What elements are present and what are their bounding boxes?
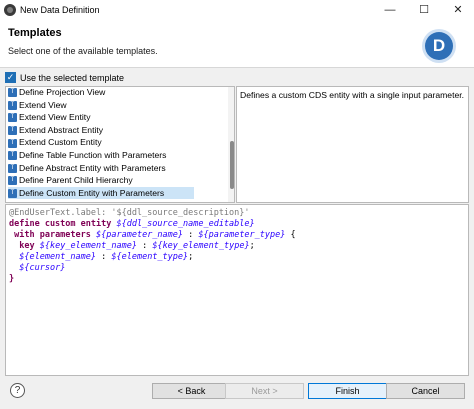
template-icon: T bbox=[8, 176, 17, 186]
title-bar: New Data Definition — ☐ ✕ bbox=[0, 0, 474, 20]
code-placeholder: ${parameter_type} bbox=[198, 230, 286, 240]
code-placeholder: ${key_element_type} bbox=[152, 241, 250, 251]
code-text: ; bbox=[249, 241, 255, 251]
window-title: New Data Definition bbox=[20, 5, 100, 15]
code-line: } bbox=[9, 274, 14, 285]
code-text: : bbox=[183, 230, 199, 240]
template-icon: T bbox=[8, 189, 17, 199]
code-line: with parameters ${parameter_name} : ${pa… bbox=[9, 230, 296, 241]
scrollbar-thumb[interactable] bbox=[230, 141, 234, 189]
template-description-panel: Defines a custom CDS entity with a singl… bbox=[236, 86, 469, 203]
code-text: ; bbox=[188, 252, 194, 262]
template-icon: T bbox=[8, 100, 17, 110]
code-text: { bbox=[285, 230, 296, 240]
code-placeholder: ${key_element_name} bbox=[39, 241, 137, 251]
finish-button[interactable]: Finish bbox=[308, 383, 387, 399]
template-item-label: Define Projection View bbox=[19, 87, 106, 97]
template-list-scrollbar[interactable] bbox=[228, 87, 234, 202]
template-item-label: Define Custom Entity with Parameters bbox=[19, 187, 165, 198]
template-icon: T bbox=[8, 126, 17, 136]
code-keyword: key bbox=[19, 241, 40, 251]
template-preview: @EndUserText.label: '${ddl_source_descri… bbox=[5, 204, 469, 376]
code-keyword: with parameters bbox=[14, 230, 97, 240]
template-item[interactable]: T Define Table Function with Parameters bbox=[8, 149, 194, 162]
cancel-button[interactable]: Cancel bbox=[386, 383, 465, 399]
code-placeholder: ${element_name} bbox=[19, 252, 97, 262]
close-button[interactable]: ✕ bbox=[444, 2, 472, 18]
template-description: Defines a custom CDS entity with a singl… bbox=[240, 90, 465, 100]
template-item-label: Define Abstract Entity with Parameters bbox=[19, 162, 166, 173]
use-template-label[interactable]: Use the selected template bbox=[20, 73, 124, 83]
template-list[interactable]: T Define Projection View T Extend View T Ex… bbox=[5, 86, 235, 203]
minimize-button[interactable]: — bbox=[376, 2, 404, 18]
page-title: Templates bbox=[8, 27, 62, 39]
next-button[interactable]: Next > bbox=[225, 383, 304, 399]
template-item[interactable]: T Extend Abstract Entity bbox=[8, 124, 194, 137]
help-button[interactable]: ? bbox=[10, 383, 25, 398]
code-keyword: define custom entity bbox=[9, 219, 117, 229]
code-placeholder: ${element_type} bbox=[111, 252, 189, 262]
code-placeholder: ${parameter_name} bbox=[96, 230, 184, 240]
template-item[interactable]: T Define Parent Child Hierarchy bbox=[8, 174, 194, 187]
app-icon bbox=[4, 4, 16, 16]
template-item[interactable]: T Define Projection View bbox=[8, 87, 194, 99]
template-item[interactable]: T Extend View Entity bbox=[8, 111, 194, 124]
wizard-header: Templates Select one of the available te… bbox=[0, 20, 474, 68]
template-item[interactable]: T Define Abstract Entity with Parameters bbox=[8, 162, 194, 175]
template-item-label: Define Table Function with Parameters bbox=[19, 150, 167, 160]
template-icon: T bbox=[8, 88, 17, 98]
code-placeholder: ${cursor} bbox=[19, 263, 66, 273]
code-text: } bbox=[9, 274, 15, 284]
code-line: define custom entity ${ddl_source_name_e… bbox=[9, 219, 255, 230]
code-line: ${cursor} bbox=[9, 263, 65, 274]
template-item-label: Extend Custom Entity bbox=[19, 137, 102, 148]
template-item-label: Define Parent Child Hierarchy bbox=[19, 175, 133, 186]
use-template-checkbox[interactable]: ✓ bbox=[5, 72, 16, 83]
code-text: : bbox=[136, 241, 153, 251]
template-item-label: Extend View bbox=[19, 99, 67, 110]
template-item-label: Extend Abstract Entity bbox=[19, 124, 104, 135]
code-line: key ${key_element_name} : ${key_element_… bbox=[9, 241, 255, 252]
template-icon: T bbox=[8, 138, 17, 148]
code-line: @EndUserText.label: '${ddl_source_descri… bbox=[9, 208, 250, 219]
template-item[interactable]: T Extend View bbox=[8, 99, 194, 112]
code-annotation: @EndUserText.label: '${ddl_source_descri… bbox=[9, 208, 250, 218]
template-item-label: Extend View Entity bbox=[19, 112, 91, 123]
data-definition-icon: D bbox=[425, 32, 453, 60]
code-line: ${element_name} : ${element_type}; bbox=[9, 252, 193, 263]
template-icon: T bbox=[8, 113, 17, 123]
template-icon: T bbox=[8, 151, 17, 161]
template-item[interactable]: T Extend Custom Entity bbox=[8, 136, 194, 149]
code-text: : bbox=[96, 252, 112, 262]
template-icon: T bbox=[8, 163, 17, 173]
page-description: Select one of the available templates. bbox=[8, 46, 158, 56]
code-placeholder: ${ddl_source_name_editable} bbox=[116, 219, 255, 229]
template-item-selected[interactable]: T Define Custom Entity with Parameters bbox=[8, 186, 194, 200]
back-button[interactable]: < Back bbox=[152, 383, 231, 399]
maximize-button[interactable]: ☐ bbox=[410, 2, 438, 18]
